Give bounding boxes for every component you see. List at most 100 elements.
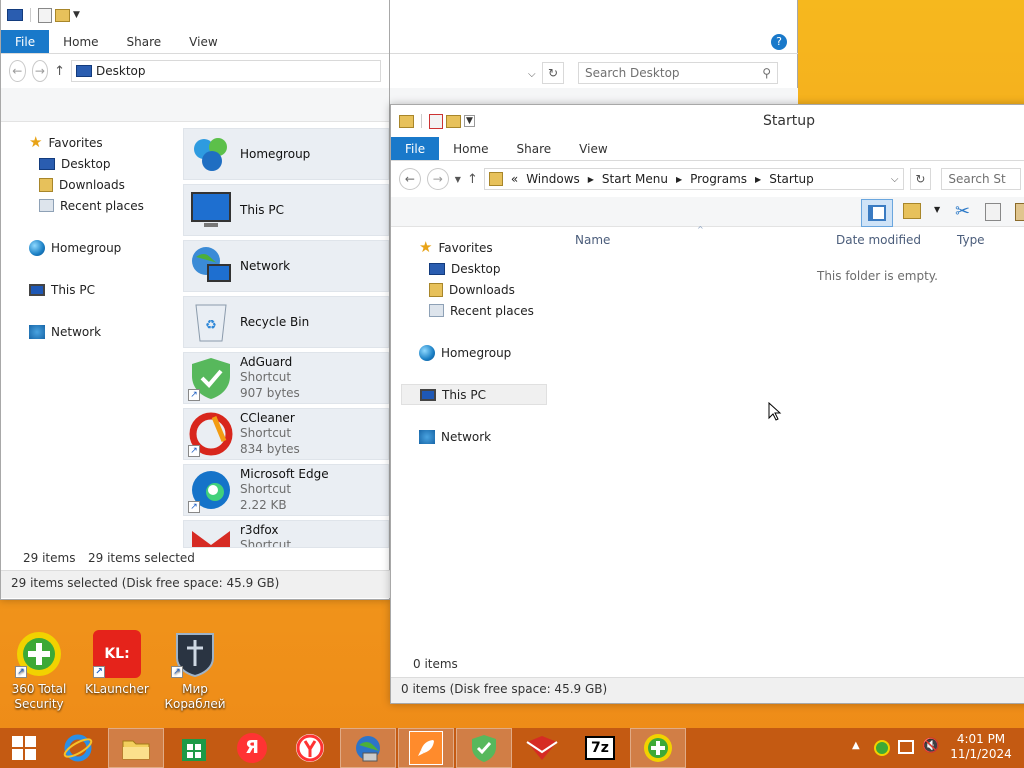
nav-homegroup[interactable]: Homegroup <box>27 237 144 258</box>
shortcut-arrow-icon: ↗ <box>93 666 105 678</box>
list-item[interactable]: ↗ Microsoft Edge Shortcut 2.22 KB <box>183 464 389 516</box>
nav-network[interactable]: Network <box>27 321 144 342</box>
qa-dropdown-icon[interactable]: ▼ <box>73 10 80 20</box>
desktop-icon-label: 360 Total <box>11 682 67 696</box>
taskbar-yandex[interactable]: Я <box>224 728 280 768</box>
nav-downloads[interactable]: Downloads <box>417 279 547 300</box>
taskbar-adguard[interactable] <box>456 728 512 768</box>
nav-downloads[interactable]: Downloads <box>27 174 144 195</box>
shortcut-arrow-icon: ↗ <box>15 666 27 678</box>
new-folder-icon[interactable] <box>446 114 461 128</box>
address-dropdown-icon[interactable]: ⌵ <box>891 174 899 185</box>
startup-nav-pane: ★ Favorites Desktop Downloads Recent plac… <box>401 237 547 447</box>
taskbar-internet-explorer[interactable] <box>50 728 106 768</box>
show-hidden-icons-button[interactable]: ▲ <box>852 740 860 751</box>
breadcrumb-separator-icon[interactable]: ▶ <box>676 175 682 184</box>
list-item[interactable]: This PC <box>183 184 389 236</box>
column-header-name[interactable]: Name <box>575 233 610 247</box>
nav-desktop[interactable]: Desktop <box>417 258 547 279</box>
list-item[interactable]: Homegroup <box>183 128 389 180</box>
paste-icon[interactable] <box>1015 203 1024 221</box>
tab-file[interactable]: File <box>1 30 50 53</box>
taskbar-360-total-security[interactable] <box>630 728 686 768</box>
nav-favorites[interactable]: ★ Favorites <box>417 237 547 258</box>
tab-home[interactable]: Home <box>49 30 112 53</box>
up-button[interactable]: ↑ <box>467 172 478 187</box>
taskbar-file-explorer[interactable] <box>108 728 164 768</box>
address-dropdown-icon[interactable]: ⌵ <box>528 66 536 80</box>
new-folder-icon[interactable] <box>55 8 70 22</box>
back-button[interactable]: ← <box>399 168 421 190</box>
tab-view[interactable]: View <box>565 137 621 160</box>
refresh-button[interactable]: ↻ <box>909 168 932 190</box>
tab-share[interactable]: Share <box>503 137 566 160</box>
forward-button[interactable]: → <box>31 60 49 82</box>
breadcrumb-windows[interactable]: Windows <box>526 172 580 186</box>
taskbar-rocket-app[interactable] <box>398 728 454 768</box>
breadcrumb-startup[interactable]: Startup <box>769 172 814 186</box>
desktop-icon-360-total-security[interactable]: ↗ 360 Total Security <box>0 630 78 712</box>
new-folder-button[interactable] <box>903 203 921 219</box>
column-header-type[interactable]: Type <box>957 233 985 247</box>
up-button[interactable]: ↑ <box>54 64 65 79</box>
qa-dropdown-icon[interactable]: ▼ <box>464 115 475 127</box>
clock[interactable]: 4:01 PM 11/1/2024 <box>946 732 1016 762</box>
tab-home[interactable]: Home <box>439 137 502 160</box>
nav-recent[interactable]: Recent places <box>417 300 547 321</box>
taskbar-store[interactable] <box>166 728 222 768</box>
taskbar-yandex-browser[interactable] <box>282 728 338 768</box>
start-button[interactable] <box>0 728 48 768</box>
nav-this-pc[interactable]: This PC <box>27 279 144 300</box>
taskbar-7zip[interactable]: 7z <box>572 728 628 768</box>
breadcrumb-overflow[interactable]: « <box>511 172 518 186</box>
list-item[interactable]: r3dfox Shortcut <box>183 520 389 548</box>
breadcrumb-start-menu[interactable]: Start Menu <box>602 172 668 186</box>
shortcut-arrow-icon: ↗ <box>188 501 200 513</box>
column-header-date-modified[interactable]: Date modified <box>836 233 921 247</box>
search-input[interactable]: Search Desktop ⚲ <box>578 62 778 84</box>
tray-volume-muted-icon[interactable]: 🔇 <box>922 738 939 754</box>
new-folder-dropdown-icon[interactable]: ▼ <box>934 205 940 214</box>
refresh-button[interactable]: ↻ <box>542 62 564 84</box>
breadcrumb-separator-icon[interactable]: ▶ <box>755 175 761 184</box>
list-item[interactable]: ↗ AdGuard Shortcut 907 bytes <box>183 352 389 404</box>
desktop-toolbar <box>1 88 389 122</box>
history-dropdown-icon[interactable]: ▼ <box>455 175 461 184</box>
folder-icon <box>399 114 414 128</box>
tab-view[interactable]: View <box>175 30 231 53</box>
desktop-address-bar-row: ← → ↑ Desktop <box>1 54 389 88</box>
nav-favorites[interactable]: ★ Favorites <box>27 132 144 153</box>
back-button[interactable]: ← <box>9 60 26 82</box>
list-item[interactable]: Network <box>183 240 389 292</box>
properties-icon[interactable] <box>38 7 52 23</box>
tab-share[interactable]: Share <box>113 30 176 53</box>
taskbar-r3dfox[interactable] <box>514 728 570 768</box>
desktop-icon-klauncher[interactable]: KL: ↗ KLauncher <box>78 630 156 697</box>
search-input[interactable]: Search St <box>941 168 1022 190</box>
desktop-icon-mir-korabley[interactable]: ↗ Мир Кораблей <box>156 630 234 712</box>
nav-network[interactable]: Network <box>417 426 547 447</box>
windows-logo-icon <box>12 736 36 760</box>
nav-this-pc[interactable]: This PC <box>401 384 547 405</box>
cut-icon[interactable]: ✂ <box>955 201 970 222</box>
desktop-icon <box>39 157 55 170</box>
taskbar-network-app[interactable] <box>340 728 396 768</box>
copy-icon[interactable] <box>985 203 1001 221</box>
tray-network-icon[interactable] <box>898 740 914 754</box>
help-icon[interactable]: ? <box>771 34 787 50</box>
layout-pane-button[interactable] <box>861 199 893 227</box>
breadcrumb-separator-icon[interactable]: ▶ <box>588 175 594 184</box>
address-box[interactable]: Desktop <box>71 60 381 82</box>
forward-button[interactable]: → <box>426 168 449 190</box>
nav-desktop[interactable]: Desktop <box>27 153 144 174</box>
nav-homegroup[interactable]: Homegroup <box>417 342 547 363</box>
tab-file[interactable]: File <box>391 137 440 160</box>
desktop-icon-label: Security <box>14 697 64 711</box>
breadcrumb[interactable]: « Windows ▶ Start Menu ▶ Programs ▶ Star… <box>483 168 904 190</box>
properties-icon[interactable] <box>429 113 443 129</box>
list-item[interactable]: ♻ Recycle Bin <box>183 296 389 348</box>
list-item[interactable]: ↗ CCleaner Shortcut 834 bytes <box>183 408 389 460</box>
nav-recent[interactable]: Recent places <box>27 195 144 216</box>
tray-360-icon[interactable] <box>874 740 890 756</box>
breadcrumb-programs[interactable]: Programs <box>690 172 747 186</box>
